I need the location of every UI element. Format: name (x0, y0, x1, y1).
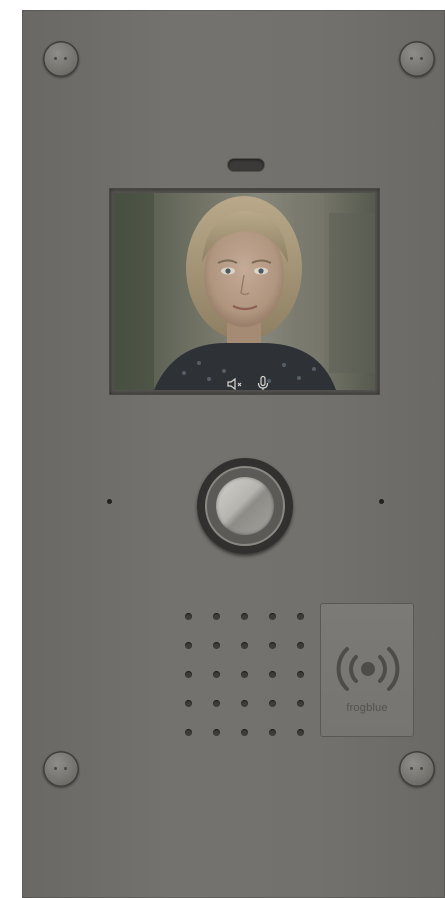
speaker-muted-icon (227, 377, 242, 390)
call-button[interactable] (197, 458, 293, 554)
video-feed (114, 193, 375, 390)
left-indicator-led (107, 499, 112, 504)
camera-sensor (228, 159, 264, 171)
rfid-brand-label: frogblue (346, 702, 388, 714)
screw-top-left-icon (43, 41, 79, 77)
visitor-video-image (114, 193, 375, 390)
call-button-bezel (205, 466, 285, 546)
speaker-grille (185, 613, 311, 741)
door-intercom-panel: frogblue (22, 10, 445, 898)
rfid-reader[interactable]: frogblue (320, 603, 414, 737)
right-indicator-led (379, 499, 384, 504)
screw-bottom-right-icon (399, 751, 435, 787)
rfid-wireless-icon (336, 647, 400, 691)
microphone-icon (257, 375, 269, 390)
video-display-frame (110, 189, 379, 394)
screw-top-right-icon (399, 41, 435, 77)
call-button-cap (216, 477, 274, 535)
screw-bottom-left-icon (43, 751, 79, 787)
